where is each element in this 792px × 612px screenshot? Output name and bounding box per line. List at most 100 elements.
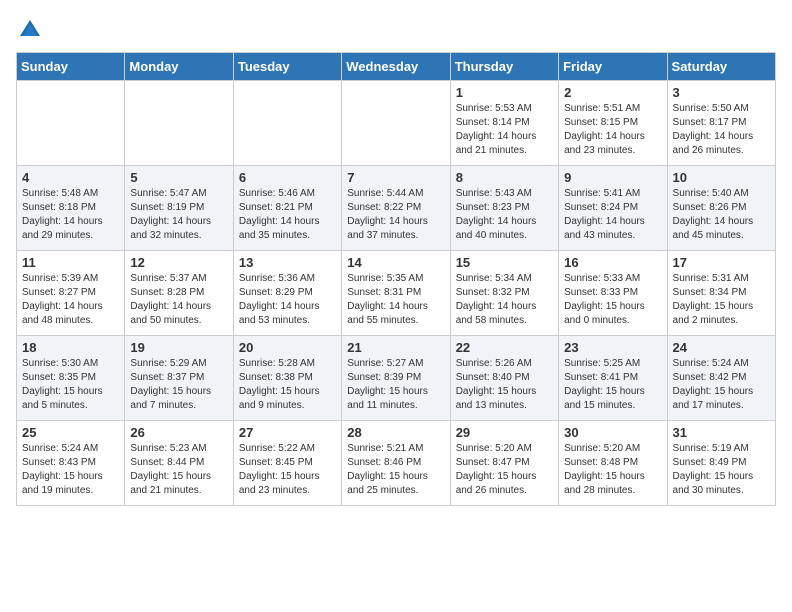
day-info: Sunrise: 5:40 AMSunset: 8:26 PMDaylight:… bbox=[673, 187, 770, 243]
day-number: 9 bbox=[564, 170, 661, 185]
calendar-day-cell: 7Sunrise: 5:44 AMSunset: 8:22 PMDaylight… bbox=[342, 166, 450, 251]
day-info: Sunrise: 5:50 AMSunset: 8:17 PMDaylight:… bbox=[673, 102, 770, 158]
calendar-day-cell: 3 Sunrise: 5:50 AMSunset: 8:17 PMDaylight… bbox=[667, 81, 775, 166]
day-number: 1 bbox=[456, 85, 553, 100]
calendar-day-cell: 20 Sunrise: 5:28 AMSunset: 8:38 PMDayligh… bbox=[233, 336, 341, 421]
day-info: Sunrise: 5:25 AMSunset: 8:41 PMDaylight:… bbox=[564, 357, 661, 413]
day-number: 31 bbox=[673, 425, 770, 440]
calendar-day-cell: 10 Sunrise: 5:40 AMSunset: 8:26 PMDayligh… bbox=[667, 166, 775, 251]
day-info: Sunrise: 5:53 AMSunset: 8:14 PMDaylight:… bbox=[456, 102, 553, 158]
day-info: Sunrise: 5:34 AMSunset: 8:32 PMDaylight:… bbox=[456, 272, 553, 328]
calendar-day-cell: 27 Sunrise: 5:22 AMSunset: 8:45 PMDayligh… bbox=[233, 421, 341, 506]
calendar-week-row: 4 Sunrise: 5:48 AMSunset: 8:18 PMDaylight… bbox=[17, 166, 776, 251]
calendar-week-row: 25 Sunrise: 5:24 AMSunset: 8:43 PMDayligh… bbox=[17, 421, 776, 506]
day-number: 23 bbox=[564, 340, 661, 355]
weekday-header-row: SundayMondayTuesdayWednesdayThursdayFrid… bbox=[17, 53, 776, 81]
day-number: 24 bbox=[673, 340, 770, 355]
calendar-day-cell: 14 Sunrise: 5:35 AMSunset: 8:31 PMDayligh… bbox=[342, 251, 450, 336]
day-number: 18 bbox=[22, 340, 119, 355]
day-info: Sunrise: 5:35 AMSunset: 8:31 PMDaylight:… bbox=[347, 272, 444, 328]
day-number: 14 bbox=[347, 255, 444, 270]
day-number: 12 bbox=[130, 255, 227, 270]
calendar-day-cell: 21 Sunrise: 5:27 AMSunset: 8:39 PMDayligh… bbox=[342, 336, 450, 421]
calendar-day-cell: 22 Sunrise: 5:26 AMSunset: 8:40 PMDayligh… bbox=[450, 336, 558, 421]
day-info: Sunrise: 5:20 AMSunset: 8:47 PMDaylight:… bbox=[456, 442, 553, 498]
day-number: 4 bbox=[22, 170, 119, 185]
calendar-day-cell bbox=[233, 81, 341, 166]
day-number: 5 bbox=[130, 170, 227, 185]
day-info: Sunrise: 5:39 AMSunset: 8:27 PMDaylight:… bbox=[22, 272, 119, 328]
day-info: Sunrise: 5:46 AMSunset: 8:21 PMDaylight:… bbox=[239, 187, 336, 243]
day-number: 6 bbox=[239, 170, 336, 185]
day-number: 30 bbox=[564, 425, 661, 440]
day-number: 3 bbox=[673, 85, 770, 100]
day-info: Sunrise: 5:47 AMSunset: 8:19 PMDaylight:… bbox=[130, 187, 227, 243]
day-number: 26 bbox=[130, 425, 227, 440]
weekday-header-cell: Saturday bbox=[667, 53, 775, 81]
day-number: 22 bbox=[456, 340, 553, 355]
calendar-day-cell: 25 Sunrise: 5:24 AMSunset: 8:43 PMDayligh… bbox=[17, 421, 125, 506]
day-info: Sunrise: 5:41 AMSunset: 8:24 PMDaylight:… bbox=[564, 187, 661, 243]
day-info: Sunrise: 5:23 AMSunset: 8:44 PMDaylight:… bbox=[130, 442, 227, 498]
day-info: Sunrise: 5:30 AMSunset: 8:35 PMDaylight:… bbox=[22, 357, 119, 413]
day-number: 25 bbox=[22, 425, 119, 440]
weekday-header-cell: Tuesday bbox=[233, 53, 341, 81]
calendar-table: SundayMondayTuesdayWednesdayThursdayFrid… bbox=[16, 52, 776, 506]
day-info: Sunrise: 5:22 AMSunset: 8:45 PMDaylight:… bbox=[239, 442, 336, 498]
weekday-header-cell: Thursday bbox=[450, 53, 558, 81]
day-info: Sunrise: 5:20 AMSunset: 8:48 PMDaylight:… bbox=[564, 442, 661, 498]
day-info: Sunrise: 5:37 AMSunset: 8:28 PMDaylight:… bbox=[130, 272, 227, 328]
day-number: 20 bbox=[239, 340, 336, 355]
calendar-day-cell: 18 Sunrise: 5:30 AMSunset: 8:35 PMDayligh… bbox=[17, 336, 125, 421]
day-info: Sunrise: 5:21 AMSunset: 8:46 PMDaylight:… bbox=[347, 442, 444, 498]
day-info: Sunrise: 5:27 AMSunset: 8:39 PMDaylight:… bbox=[347, 357, 444, 413]
day-number: 13 bbox=[239, 255, 336, 270]
day-info: Sunrise: 5:28 AMSunset: 8:38 PMDaylight:… bbox=[239, 357, 336, 413]
calendar-day-cell: 31 Sunrise: 5:19 AMSunset: 8:49 PMDayligh… bbox=[667, 421, 775, 506]
calendar-day-cell: 4 Sunrise: 5:48 AMSunset: 8:18 PMDaylight… bbox=[17, 166, 125, 251]
calendar-day-cell: 19 Sunrise: 5:29 AMSunset: 8:37 PMDayligh… bbox=[125, 336, 233, 421]
calendar-day-cell: 29 Sunrise: 5:20 AMSunset: 8:47 PMDayligh… bbox=[450, 421, 558, 506]
day-number: 16 bbox=[564, 255, 661, 270]
calendar-day-cell: 5 Sunrise: 5:47 AMSunset: 8:19 PMDaylight… bbox=[125, 166, 233, 251]
calendar-day-cell: 17 Sunrise: 5:31 AMSunset: 8:34 PMDayligh… bbox=[667, 251, 775, 336]
calendar-day-cell: 6 Sunrise: 5:46 AMSunset: 8:21 PMDaylight… bbox=[233, 166, 341, 251]
day-info: Sunrise: 5:24 AMSunset: 8:43 PMDaylight:… bbox=[22, 442, 119, 498]
day-number: 27 bbox=[239, 425, 336, 440]
day-info: Sunrise: 5:19 AMSunset: 8:49 PMDaylight:… bbox=[673, 442, 770, 498]
day-info: Sunrise: 5:29 AMSunset: 8:37 PMDaylight:… bbox=[130, 357, 227, 413]
calendar-day-cell: 30 Sunrise: 5:20 AMSunset: 8:48 PMDayligh… bbox=[559, 421, 667, 506]
weekday-header-cell: Sunday bbox=[17, 53, 125, 81]
day-number: 17 bbox=[673, 255, 770, 270]
day-info: Sunrise: 5:51 AMSunset: 8:15 PMDaylight:… bbox=[564, 102, 661, 158]
calendar-day-cell: 9 Sunrise: 5:41 AMSunset: 8:24 PMDaylight… bbox=[559, 166, 667, 251]
calendar-day-cell: 1 Sunrise: 5:53 AMSunset: 8:14 PMDaylight… bbox=[450, 81, 558, 166]
logo-icon bbox=[16, 16, 44, 44]
day-number: 21 bbox=[347, 340, 444, 355]
logo bbox=[16, 16, 46, 44]
calendar-day-cell: 13Sunrise: 5:36 AMSunset: 8:29 PMDayligh… bbox=[233, 251, 341, 336]
day-number: 19 bbox=[130, 340, 227, 355]
day-number: 2 bbox=[564, 85, 661, 100]
day-info: Sunrise: 5:44 AMSunset: 8:22 PMDaylight:… bbox=[347, 187, 444, 243]
day-number: 29 bbox=[456, 425, 553, 440]
calendar-day-cell: 12 Sunrise: 5:37 AMSunset: 8:28 PMDayligh… bbox=[125, 251, 233, 336]
day-number: 8 bbox=[456, 170, 553, 185]
day-info: Sunrise: 5:33 AMSunset: 8:33 PMDaylight:… bbox=[564, 272, 661, 328]
day-info: Sunrise: 5:43 AMSunset: 8:23 PMDaylight:… bbox=[456, 187, 553, 243]
day-number: 11 bbox=[22, 255, 119, 270]
calendar-week-row: 1 Sunrise: 5:53 AMSunset: 8:14 PMDaylight… bbox=[17, 81, 776, 166]
day-number: 10 bbox=[673, 170, 770, 185]
calendar-day-cell bbox=[17, 81, 125, 166]
day-info: Sunrise: 5:31 AMSunset: 8:34 PMDaylight:… bbox=[673, 272, 770, 328]
calendar-day-cell bbox=[342, 81, 450, 166]
calendar-week-row: 11 Sunrise: 5:39 AMSunset: 8:27 PMDayligh… bbox=[17, 251, 776, 336]
day-info: Sunrise: 5:26 AMSunset: 8:40 PMDaylight:… bbox=[456, 357, 553, 413]
calendar-day-cell: 23 Sunrise: 5:25 AMSunset: 8:41 PMDayligh… bbox=[559, 336, 667, 421]
day-number: 15 bbox=[456, 255, 553, 270]
day-info: Sunrise: 5:48 AMSunset: 8:18 PMDaylight:… bbox=[22, 187, 119, 243]
day-number: 28 bbox=[347, 425, 444, 440]
calendar-day-cell: 2 Sunrise: 5:51 AMSunset: 8:15 PMDaylight… bbox=[559, 81, 667, 166]
calendar-day-cell: 15 Sunrise: 5:34 AMSunset: 8:32 PMDayligh… bbox=[450, 251, 558, 336]
calendar-day-cell: 28 Sunrise: 5:21 AMSunset: 8:46 PMDayligh… bbox=[342, 421, 450, 506]
